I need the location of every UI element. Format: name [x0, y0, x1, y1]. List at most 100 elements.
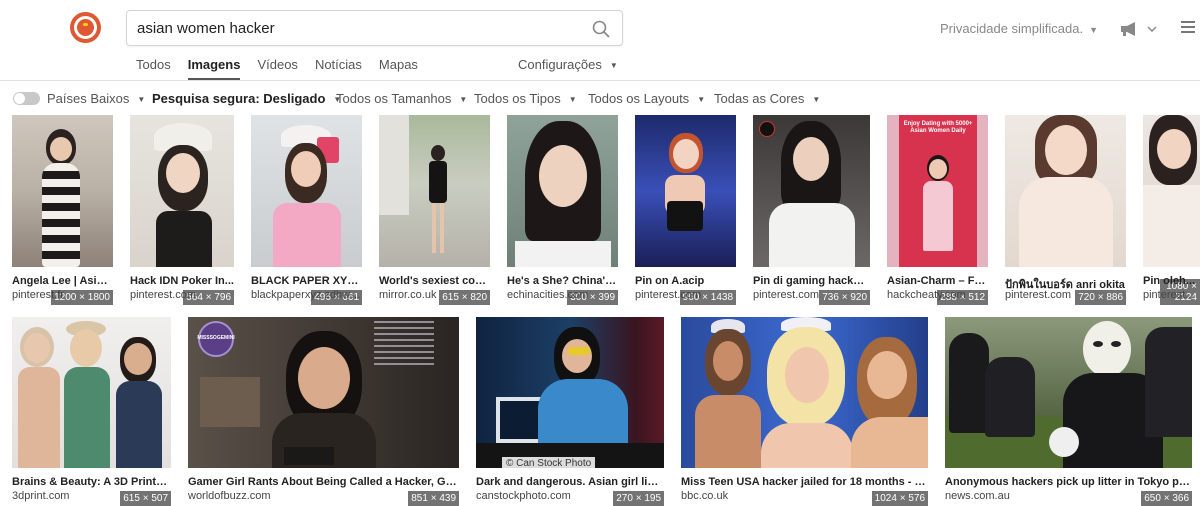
- result-title[interactable]: Pin oleh...: [1143, 275, 1200, 287]
- result-source[interactable]: canstockphoto.com: [476, 490, 664, 502]
- triangle-down-icon: ▼: [137, 95, 146, 104]
- result-thumbnail[interactable]: [251, 115, 362, 267]
- result-thumbnail[interactable]: [1143, 115, 1200, 267]
- image-result[interactable]: 300 × 399 He's a She? China's ... echina…: [507, 115, 618, 305]
- result-thumbnail[interactable]: MISSSOGEMINI: [188, 317, 459, 468]
- safe-search-filter[interactable]: Pesquisa segura: Desligado ▼: [152, 91, 341, 106]
- result-title[interactable]: Dark and dangerous. Asian girl lies i...: [476, 476, 664, 488]
- result-thumbnail[interactable]: [476, 317, 664, 468]
- triangle-down-icon: ▼: [697, 95, 706, 104]
- result-source[interactable]: news.com.au: [945, 490, 1192, 502]
- privacy-dropdown[interactable]: Privacidade simplificada. ▼: [940, 21, 1098, 36]
- result-source[interactable]: echinacities.com: [507, 289, 618, 301]
- triangle-down-icon: ▼: [568, 95, 577, 104]
- tab-videos[interactable]: Vídeos: [257, 57, 297, 80]
- result-source[interactable]: pinterest.fr: [12, 289, 113, 301]
- result-thumbnail[interactable]: [130, 115, 234, 267]
- triangle-down-icon: ▼: [459, 95, 468, 104]
- result-title[interactable]: Pin di gaming hacker ...: [753, 275, 870, 287]
- layout-filter[interactable]: Todos os Layouts ▼: [588, 91, 705, 106]
- result-title[interactable]: Miss Teen USA hacker jailed for 18 month…: [681, 476, 928, 488]
- tab-images[interactable]: Imagens: [187, 57, 241, 80]
- image-result[interactable]: 270 × 195 © Can Stock Photo Dark and dan…: [476, 317, 664, 506]
- result-title[interactable]: World's sexiest com...: [379, 275, 490, 287]
- region-label: Países Baixos: [47, 91, 130, 106]
- settings-label: Configurações: [518, 57, 602, 72]
- result-thumbnail[interactable]: [945, 317, 1192, 468]
- search-input[interactable]: asian women hacker: [126, 10, 623, 46]
- result-title[interactable]: Asian-Charm – Fin...: [887, 275, 988, 287]
- image-result[interactable]: 720 × 886 ปักพินในบอร์ด anri okita pinte…: [1005, 115, 1126, 305]
- region-filter[interactable]: Países Baixos ▼: [47, 91, 145, 106]
- result-source[interactable]: worldofbuzz.com: [188, 490, 459, 502]
- image-result[interactable]: 650 × 366 Anonymous hackers pick up litt…: [945, 317, 1192, 506]
- safe-search-label: Pesquisa segura: Desligado: [152, 91, 326, 106]
- duckduckgo-logo[interactable]: [70, 12, 101, 43]
- image-result[interactable]: 615 × 507 Brains & Beauty: A 3D Printed …: [12, 317, 171, 506]
- watermark-text: © Can Stock Photo: [502, 457, 596, 470]
- color-filter[interactable]: Todas as Cores ▼: [714, 91, 820, 106]
- result-thumbnail[interactable]: [753, 115, 870, 267]
- chevron-down-icon: [1147, 26, 1157, 33]
- type-label: Todos os Tipos: [474, 91, 561, 106]
- megaphone-icon: [1121, 22, 1135, 36]
- tab-maps[interactable]: Mapas: [379, 57, 418, 80]
- settings-dropdown[interactable]: Configurações ▼: [518, 57, 618, 72]
- search-icon[interactable]: [592, 20, 610, 38]
- image-result[interactable]: 960 × 1438 Pin on A.acip pinterest.com: [635, 115, 736, 305]
- result-source[interactable]: mirror.co.uk: [379, 289, 490, 301]
- result-thumbnail[interactable]: [681, 317, 928, 468]
- image-result[interactable]: 736 × 920 Pin di gaming hacker ... pinte…: [753, 115, 870, 305]
- result-source[interactable]: hackcheaty.com: [887, 289, 988, 301]
- result-source[interactable]: 3dprint.com: [12, 490, 171, 502]
- filter-bar: Países Baixos ▼ Pesquisa segura: Desligad…: [0, 81, 1200, 115]
- result-thumbnail[interactable]: [635, 115, 736, 267]
- result-title[interactable]: Hack IDN Poker In...: [130, 275, 234, 287]
- image-result[interactable]: 1200 × 1800 Angela Lee | Asian... pinter…: [12, 115, 113, 305]
- result-source[interactable]: pinterest.com: [1005, 289, 1126, 301]
- size-filter[interactable]: Todos os Tamanhos ▼: [336, 91, 467, 106]
- search-query-text[interactable]: asian women hacker: [137, 20, 275, 37]
- triangle-down-icon: ▼: [812, 95, 821, 104]
- image-result[interactable]: 1080 × 2124 Pin oleh... pinterest...: [1143, 115, 1200, 305]
- result-title[interactable]: Angela Lee | Asian...: [12, 275, 113, 287]
- result-thumbnail[interactable]: [12, 317, 171, 468]
- result-title[interactable]: Pin on A.acip: [635, 275, 736, 287]
- layout-label: Todos os Layouts: [588, 91, 690, 106]
- duck-icon: [77, 19, 94, 36]
- top-header: asian women hacker Privacidade simplific…: [0, 0, 1200, 81]
- result-source[interactable]: bbc.co.uk: [681, 490, 928, 502]
- image-result[interactable]: Enjoy Dating with 5000+ Asian Women Dail…: [887, 115, 988, 305]
- result-thumbnail[interactable]: [12, 115, 113, 267]
- image-result[interactable]: 615 × 820 World's sexiest com... mirror.…: [379, 115, 490, 305]
- result-thumbnail[interactable]: [507, 115, 618, 267]
- chevron-down-icon: ▼: [1089, 25, 1098, 35]
- color-label: Todas as Cores: [714, 91, 805, 106]
- result-title[interactable]: Brains & Beauty: A 3D Printed ...: [12, 476, 171, 488]
- result-source[interactable]: pinterest.com: [635, 289, 736, 301]
- result-source[interactable]: pinterest.com: [753, 289, 870, 301]
- type-filter[interactable]: Todos os Tipos ▼: [474, 91, 577, 106]
- result-title[interactable]: BLACK PAPER XYZ: ...: [251, 275, 362, 287]
- result-title[interactable]: He's a She? China's ...: [507, 275, 618, 287]
- image-result[interactable]: 496 × 661 BLACK PAPER XYZ: ... blackpape…: [251, 115, 362, 305]
- megaphone-dropdown[interactable]: [1119, 20, 1159, 38]
- channel-logo-text: MISSSOGEMINI: [197, 335, 235, 341]
- result-source[interactable]: pinterest.com: [130, 289, 234, 301]
- result-thumbnail[interactable]: [1005, 115, 1126, 267]
- privacy-label: Privacidade simplificada.: [940, 21, 1084, 36]
- tab-news[interactable]: Notícias: [315, 57, 362, 80]
- search-tabs: Todos Imagens Vídeos Notícias Mapas: [136, 57, 435, 80]
- hamburger-menu-icon[interactable]: [1181, 21, 1195, 33]
- tab-all[interactable]: Todos: [136, 57, 171, 80]
- image-result[interactable]: 1024 × 576 Miss Teen USA hacker jailed f…: [681, 317, 928, 506]
- region-toggle[interactable]: [13, 92, 40, 105]
- result-source[interactable]: blackpaperxyz.zdhwe...: [251, 289, 362, 301]
- result-title[interactable]: Anonymous hackers pick up litter in Toky…: [945, 476, 1192, 488]
- result-title[interactable]: Gamer Girl Rants About Being Called a Ha…: [188, 476, 459, 488]
- result-source[interactable]: pinterest...: [1143, 289, 1200, 301]
- result-thumbnail[interactable]: [379, 115, 490, 267]
- image-result[interactable]: MISSSOGEMINI 851 × 439 Gamer Girl Rants …: [188, 317, 459, 506]
- image-result[interactable]: 564 × 796 Hack IDN Poker In... pinterest…: [130, 115, 234, 305]
- result-thumbnail[interactable]: Enjoy Dating with 5000+ Asian Women Dail…: [887, 115, 988, 267]
